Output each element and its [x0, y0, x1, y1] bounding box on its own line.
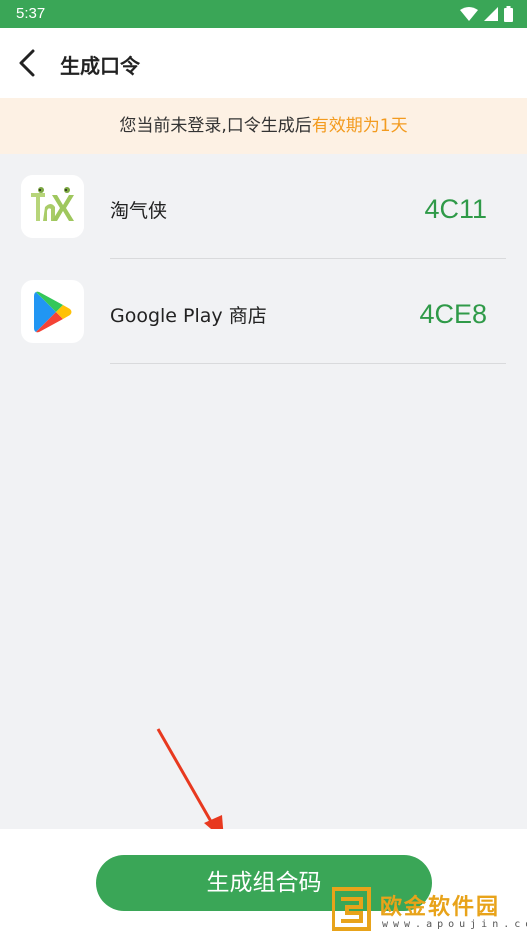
app-name: 淘气侠	[110, 200, 168, 222]
login-notice-banner: 您当前未登录,口令生成后有效期为1天	[0, 98, 527, 154]
watermark: 欧金软件园 www.apoujin.com	[330, 887, 527, 936]
divider	[110, 363, 506, 364]
list-item[interactable]: 淘气侠 4C11	[0, 154, 527, 259]
back-arrow-icon	[19, 49, 35, 77]
wifi-icon	[460, 7, 478, 21]
app-bar: 生成口令	[0, 28, 527, 98]
app-code: 4CE8	[419, 299, 487, 329]
watermark-text: 欧金软件园	[380, 895, 501, 920]
back-button[interactable]	[12, 48, 42, 78]
app-code: 4C11	[424, 194, 487, 224]
signal-icon	[484, 7, 498, 21]
status-time: 5:37	[16, 5, 46, 22]
notice-text: 您当前未登录,口令生成后	[119, 116, 312, 136]
battery-icon	[504, 6, 513, 22]
status-icons	[460, 6, 513, 22]
list-item[interactable]: Google Play 商店 4CE8	[0, 259, 527, 364]
taoqixia-icon	[21, 175, 84, 238]
app-code-list: 淘气侠 4C11 Google Play 商店 4CE8	[0, 154, 527, 364]
app-name: Google Play 商店	[110, 305, 267, 327]
annotation-arrow-icon	[156, 728, 224, 840]
notice-validity-text: 有效期为1天	[311, 116, 408, 136]
watermark-url: www.apoujin.com	[382, 919, 527, 930]
page-title: 生成口令	[60, 54, 140, 78]
status-bar: 5:37	[0, 0, 527, 28]
watermark-logo-icon	[332, 887, 371, 931]
google-play-icon	[21, 280, 84, 343]
